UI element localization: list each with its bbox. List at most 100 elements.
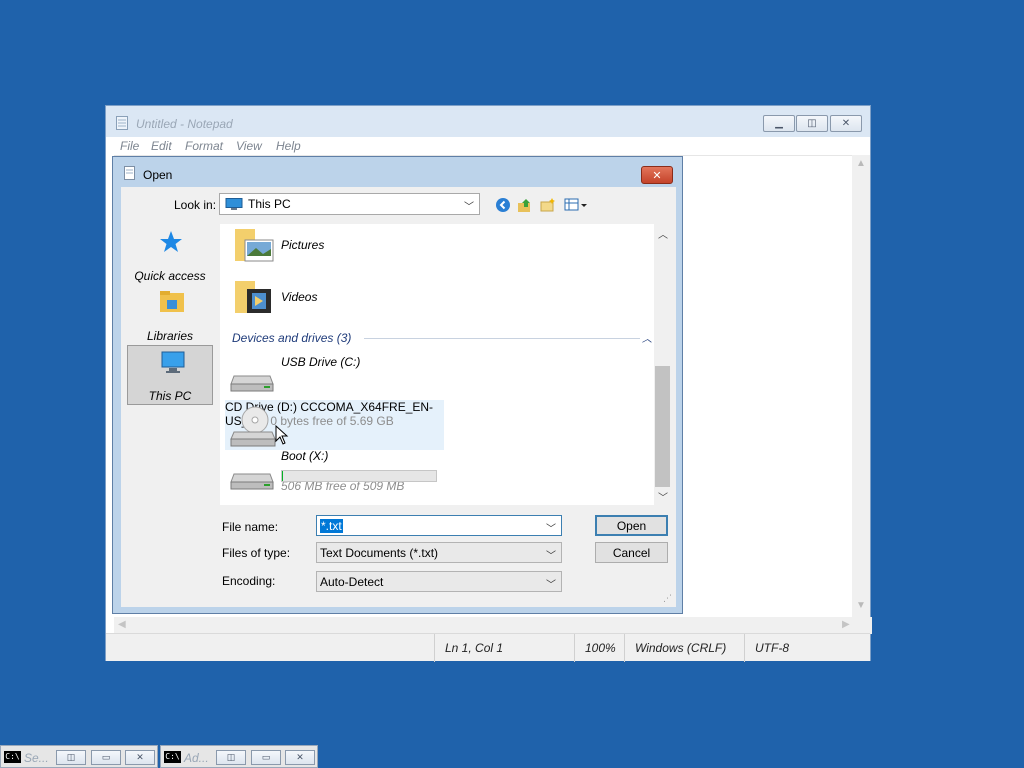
dialog-body: Look in: This PC ﹀ Quick access Librarie… <box>121 187 676 607</box>
list-item-cd-drive[interactable]: CD Drive (D:) CCCOMA_X64FRE_EN-US_D... 0… <box>225 400 444 450</box>
restore-button[interactable]: ◫ <box>796 115 828 132</box>
group-header-label: Devices and drives (3) <box>232 331 352 345</box>
notepad-icon <box>116 116 128 130</box>
files-of-type-select[interactable]: Text Documents (*.txt) ﹀ <box>316 542 562 563</box>
open-button[interactable]: Open <box>595 515 668 536</box>
chevron-down-icon[interactable]: ﹀ <box>546 520 556 535</box>
libraries-folder-icon <box>160 291 184 312</box>
dialog-title: Open <box>143 168 173 182</box>
group-divider <box>364 338 640 339</box>
item-name: USB Drive (C:) <box>281 355 361 369</box>
up-folder-icon[interactable] <box>517 197 533 213</box>
open-button-label: Open <box>616 518 647 533</box>
close-button[interactable]: ✕ <box>830 115 862 132</box>
menu-file[interactable]: File <box>120 139 139 153</box>
status-encoding: UTF-8 <box>744 634 854 662</box>
taskbar-item-title: Ad... <box>184 751 209 765</box>
notepad-menubar: File Edit Format View Help <box>106 137 870 155</box>
item-name: Videos <box>281 290 318 304</box>
notepad-vertical-scrollbar[interactable]: ▲ ▼ <box>852 155 870 617</box>
resize-grip-icon[interactable]: ⋰ <box>663 593 672 604</box>
boot-usage-fill <box>282 471 283 481</box>
scrollbar-thumb[interactable] <box>655 366 670 487</box>
menu-format[interactable]: Format <box>185 139 223 153</box>
taskbar-restore-button[interactable]: ◫ <box>56 750 86 765</box>
look-in-label: Look in: <box>174 198 217 212</box>
scroll-down-icon[interactable]: ﹀ <box>658 489 668 504</box>
place-label: Libraries <box>146 329 194 343</box>
scroll-up-icon[interactable]: ▲ <box>856 158 866 169</box>
minimize-icon: ▁ <box>775 118 783 129</box>
drive-icon <box>230 375 274 392</box>
taskbar-item-title: Se... <box>24 751 49 765</box>
dialog-titlebar[interactable]: Open ✕ <box>113 157 682 187</box>
chevron-down-icon: ﹀ <box>464 202 474 213</box>
taskbar-restore-button[interactable]: ◫ <box>216 750 246 765</box>
place-libraries[interactable]: Libraries <box>127 286 213 346</box>
notepad-statusbar: Ln 1, Col 1 100% Windows (CRLF) UTF-8 <box>106 633 870 662</box>
encoding-select[interactable]: Auto-Detect ﹀ <box>316 571 562 592</box>
taskbar-close-button[interactable]: ✕ <box>125 750 155 765</box>
close-icon: ✕ <box>652 169 662 182</box>
back-icon[interactable] <box>495 197 511 213</box>
status-zoom: 100% <box>574 634 624 662</box>
mouse-cursor-icon <box>275 425 289 445</box>
cancel-button-label: Cancel <box>612 545 651 560</box>
place-label: Quick access <box>134 269 206 283</box>
file-name-input[interactable]: *.txt ﹀ <box>316 515 562 536</box>
command-prompt-icon: C:\ <box>4 751 21 763</box>
place-this-pc[interactable]: This PC <box>127 345 213 405</box>
videos-folder-icon <box>235 281 271 313</box>
chevron-down-icon: ﹀ <box>546 551 556 562</box>
encoding-label: Encoding: <box>222 574 276 588</box>
notepad-title: Untitled - Notepad <box>136 117 233 131</box>
boot-usage-bar <box>281 470 437 482</box>
taskbar-item-2[interactable]: C:\ Ad... ◫ ▭ ✕ <box>160 745 318 768</box>
maximize-icon: ▭ <box>261 752 271 762</box>
place-label: This PC <box>148 389 192 403</box>
dialog-notepad-icon <box>124 166 135 180</box>
star-icon <box>160 231 182 252</box>
new-folder-icon[interactable] <box>540 197 556 213</box>
chevron-down-icon: ﹀ <box>546 580 556 591</box>
close-icon: ✕ <box>136 752 144 762</box>
cancel-button[interactable]: Cancel <box>595 542 668 563</box>
minimize-button[interactable]: ▁ <box>763 115 795 132</box>
menu-help[interactable]: Help <box>276 139 301 153</box>
file-list[interactable]: Pictures Videos Devices and drives (3) ︿ <box>220 224 671 505</box>
places-bar: Quick access Libraries This PC <box>127 224 215 464</box>
status-line-ending: Windows (CRLF) <box>624 634 744 662</box>
file-list-scrollbar[interactable]: ︿ ﹀ <box>654 224 671 505</box>
files-of-type-label: Files of type: <box>222 546 291 560</box>
notepad-horizontal-scrollbar[interactable]: ◀ ▶ <box>114 617 872 634</box>
restore-icon: ◫ <box>226 752 236 762</box>
taskbar-item-1[interactable]: C:\ Se... ◫ ▭ ✕ <box>0 745 158 768</box>
files-of-type-value: Text Documents (*.txt) <box>320 545 439 560</box>
menu-edit[interactable]: Edit <box>151 139 172 153</box>
notepad-titlebar[interactable]: Untitled - Notepad ▁ ◫ ✕ <box>106 106 870 137</box>
taskbar-maximize-button[interactable]: ▭ <box>251 750 281 765</box>
taskbar-close-button[interactable]: ✕ <box>285 750 315 765</box>
item-name: Boot (X:) <box>281 449 329 463</box>
scroll-down-icon[interactable]: ▼ <box>856 600 866 611</box>
look-in-value: This PC <box>248 197 291 211</box>
computer-icon <box>225 197 243 210</box>
close-icon: ✕ <box>841 118 851 129</box>
scroll-up-icon[interactable]: ︿ <box>658 226 668 241</box>
item-name: Pictures <box>281 238 325 252</box>
view-menu-icon[interactable] <box>564 197 588 213</box>
this-pc-icon <box>161 351 185 373</box>
chevron-up-icon[interactable]: ︿ <box>642 330 652 345</box>
menu-view[interactable]: View <box>236 139 262 153</box>
status-position: Ln 1, Col 1 <box>434 634 574 662</box>
scroll-right-icon[interactable]: ▶ <box>842 619 850 630</box>
dialog-close-button[interactable]: ✕ <box>641 166 673 184</box>
taskbar-maximize-button[interactable]: ▭ <box>91 750 121 765</box>
pictures-folder-icon <box>235 229 274 262</box>
group-header-devices[interactable]: Devices and drives (3) ︿ <box>232 331 652 347</box>
look-in-combo[interactable]: This PC ﹀ <box>219 193 480 215</box>
maximize-icon: ▭ <box>101 752 111 762</box>
place-quick-access[interactable]: Quick access <box>127 226 213 286</box>
cd-drive-icon <box>230 406 276 447</box>
scroll-left-icon[interactable]: ◀ <box>118 619 126 630</box>
